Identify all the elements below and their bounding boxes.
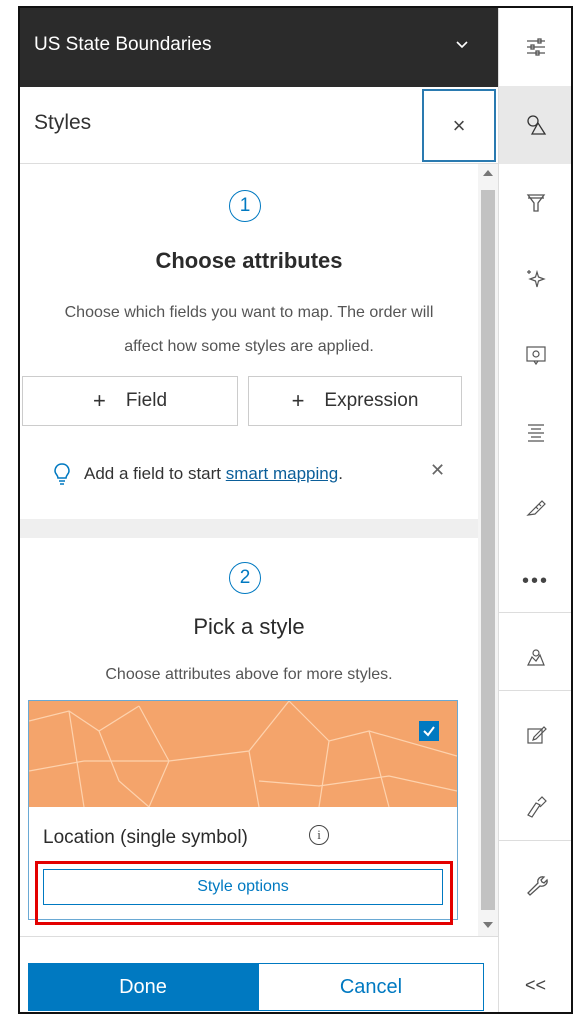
step-number-1: 1 (229, 190, 261, 222)
analysis-icon (526, 649, 545, 666)
dismiss-hint-icon[interactable]: ✕ (430, 460, 445, 481)
lightbulb-icon (54, 463, 70, 485)
hint-text-start: Add a field to start (84, 464, 226, 483)
properties-icon (526, 38, 545, 56)
checkmark-icon (423, 726, 435, 737)
styles-icon (526, 115, 546, 135)
collapse-button[interactable]: << (499, 946, 571, 1012)
configure-fields-button[interactable] (499, 468, 571, 546)
map-boundaries-image (29, 701, 457, 807)
add-field-button[interactable]: + Field (22, 376, 238, 426)
effects-icon (526, 269, 546, 288)
choose-attributes-heading: Choose attributes (155, 248, 343, 273)
attributes-description-2: affect how some styles are applied. (124, 338, 374, 355)
toolbar-divider (499, 612, 571, 613)
collapse-icon: << (524, 974, 547, 995)
edit-icon (526, 726, 547, 744)
hint-text: Add a field to start smart mapping. (84, 464, 343, 484)
settings-toolbar: ••• << (498, 8, 571, 1012)
map-thumbnail (29, 701, 457, 807)
panel-content: 1 Choose attributes Choose which fields … (20, 164, 478, 936)
edit-button[interactable] (499, 696, 571, 774)
filter-button[interactable] (499, 164, 571, 242)
chevron-down-icon[interactable] (452, 34, 472, 54)
panel-scrollbar[interactable] (478, 164, 498, 936)
labels-icon (527, 424, 544, 442)
styles-button[interactable] (499, 86, 571, 164)
layer-title: US State Boundaries (34, 34, 212, 55)
properties-button[interactable] (499, 8, 571, 86)
panel-title-bar: Styles × (20, 87, 498, 164)
popups-icon (525, 346, 546, 366)
styles-panel: US State Boundaries Styles × 1 Choose at… (20, 8, 498, 1012)
toolbar-divider (499, 840, 571, 841)
analysis-button[interactable] (499, 618, 571, 696)
scroll-up-icon[interactable] (483, 170, 493, 176)
popups-button[interactable] (499, 316, 571, 394)
selected-checkbox[interactable] (419, 721, 439, 741)
close-button[interactable]: × (422, 89, 496, 162)
tools-icon (526, 876, 548, 896)
pick-style-section: 2 Pick a style Choose attributes above f… (20, 538, 478, 936)
more-icon: ••• (521, 569, 549, 592)
cancel-button[interactable]: Cancel (258, 963, 484, 1011)
choose-attributes-section: 1 Choose attributes Choose which fields … (20, 164, 478, 519)
scroll-down-icon[interactable] (483, 922, 493, 928)
done-button[interactable]: Done (28, 963, 258, 1011)
location-style-card[interactable]: Location (single symbol) i Style options (28, 700, 458, 925)
pick-style-heading: Pick a style (20, 614, 478, 640)
hint-text-end: . (338, 464, 343, 483)
app-frame: US State Boundaries Styles × 1 Choose at… (18, 6, 573, 1014)
sketch-icon (526, 796, 547, 818)
tools-button[interactable] (499, 846, 571, 924)
step-number-2: 2 (229, 562, 261, 594)
layer-header[interactable]: US State Boundaries (20, 8, 498, 87)
toolbar-divider (499, 690, 571, 691)
scroll-thumb[interactable] (481, 190, 495, 910)
add-expression-label: Expression (324, 390, 419, 411)
smart-mapping-link[interactable]: smart mapping (226, 464, 338, 483)
effects-button[interactable] (499, 240, 571, 318)
attributes-description-1: Choose which fields you want to map. The… (64, 304, 434, 321)
plus-icon: + (92, 388, 106, 413)
labels-button[interactable] (499, 394, 571, 472)
add-field-label: Field (125, 390, 168, 411)
panel-footer: Done Cancel (20, 936, 498, 1012)
filter-icon (526, 194, 545, 212)
smart-mapping-hint: Add a field to start smart mapping. ✕ (20, 450, 478, 505)
pick-style-description: Choose attributes above for more styles. (105, 666, 393, 683)
configure-fields-icon (525, 500, 546, 516)
style-name: Location (single symbol) (43, 827, 248, 848)
sketch-button[interactable] (499, 768, 571, 846)
panel-title: Styles (34, 111, 92, 134)
pick-style-heading-text: Pick a style (193, 614, 305, 639)
more-button[interactable]: ••• (499, 542, 571, 620)
close-icon: × (452, 112, 466, 138)
plus-icon: + (291, 388, 305, 413)
info-icon[interactable]: i (309, 825, 329, 845)
highlight-box (35, 861, 453, 925)
add-expression-button[interactable]: + Expression (248, 376, 462, 426)
